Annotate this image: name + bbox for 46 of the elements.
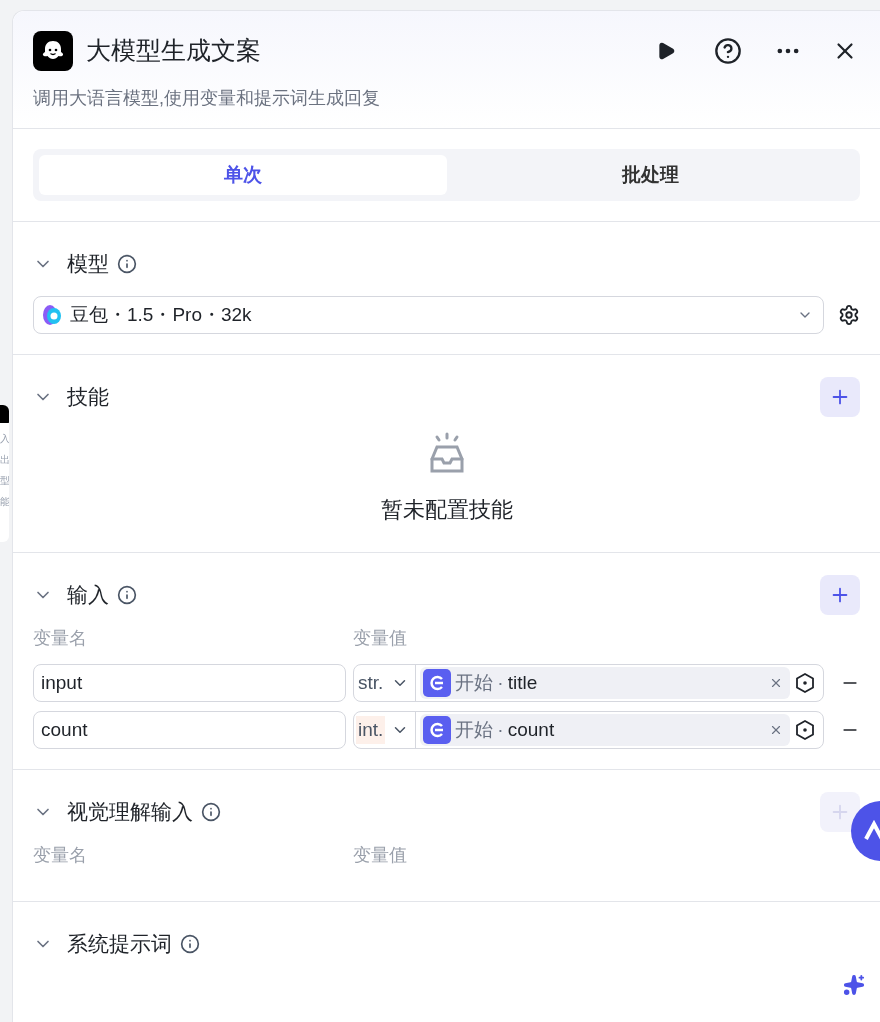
column-header: 变量名 (33, 627, 88, 650)
section-title: 技能 (67, 384, 109, 411)
variable-reference-tag[interactable]: 开始 · title (420, 667, 790, 699)
start-node-icon (423, 669, 452, 697)
name-field[interactable]: input (33, 664, 346, 702)
rail-label: 入 (0, 432, 9, 446)
section-title: 视觉理解输入 (67, 799, 193, 826)
rail-label: 出 (0, 453, 9, 467)
model-select[interactable]: 豆包・1.5・Pro・32k (33, 296, 824, 334)
rail-label: 能 (0, 495, 9, 509)
reference-source: 开始 (455, 717, 494, 742)
window-title: 大模型生成文案 (86, 35, 262, 67)
reference-separator: · (497, 717, 504, 742)
empty-state-text: 暂未配置技能 (380, 496, 513, 524)
reference-source: 开始 (455, 670, 494, 695)
reference-field: title (507, 668, 769, 698)
reference-field: count (507, 715, 769, 745)
model-name: 豆包・1.5・Pro・32k (70, 302, 253, 327)
start-node-icon (423, 716, 452, 744)
add-button[interactable] (820, 377, 860, 417)
node-icon (0, 405, 9, 423)
model-logo-icon (42, 304, 62, 326)
column-header: 变量值 (353, 844, 407, 867)
add-button[interactable] (820, 575, 860, 615)
app-logo-icon (33, 31, 73, 71)
clear-icon[interactable] (769, 723, 783, 737)
section-title: 输入 (67, 582, 109, 609)
type-select[interactable]: int. (354, 712, 417, 748)
name-field[interactable]: count (33, 711, 346, 749)
mode-tab[interactable]: 单次 (39, 155, 447, 195)
rail-label: 型 (0, 474, 9, 488)
clear-icon[interactable] (769, 676, 783, 690)
section-title: 模型 (67, 251, 109, 278)
variable-reference-tag[interactable]: 开始 · count (420, 714, 790, 746)
node-description: 调用大语言模型,使用变量和提示词生成回复 (33, 87, 381, 110)
type-select[interactable]: str. (354, 665, 417, 701)
assistant-logo-icon (863, 820, 880, 842)
column-header: 变量名 (33, 844, 88, 867)
mode-tab[interactable]: 批处理 (446, 155, 854, 195)
help-icon[interactable] (714, 37, 742, 65)
settings-icon[interactable] (838, 304, 860, 326)
reference-separator: · (497, 670, 504, 695)
section-title: 系统提示词 (67, 931, 172, 958)
play-icon[interactable] (656, 41, 676, 61)
column-header: 变量值 (353, 627, 407, 650)
sparkle-icon[interactable] (843, 974, 865, 996)
